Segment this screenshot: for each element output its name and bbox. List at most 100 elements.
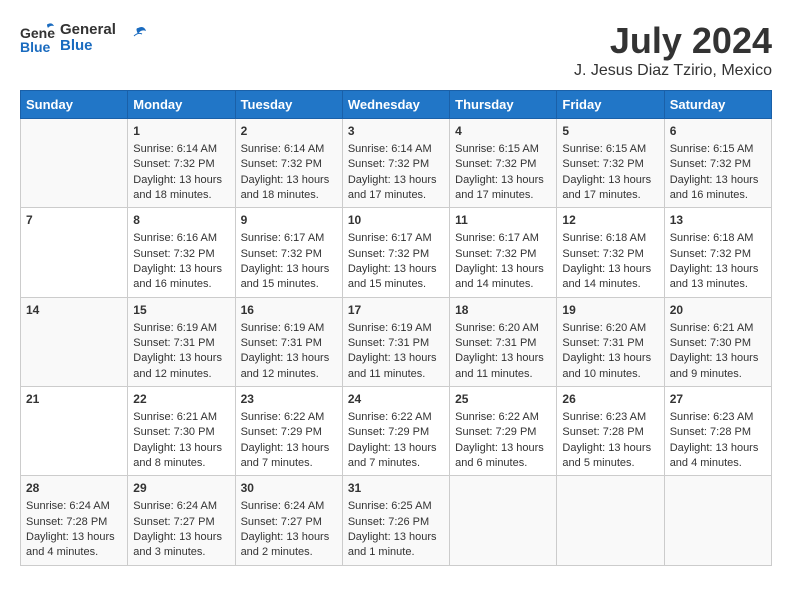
calendar-cell: 4 Sunrise: 6:15 AM Sunset: 7:32 PM Daylig… bbox=[450, 119, 557, 208]
calendar-cell: 10Sunrise: 6:17 AM Sunset: 7:32 PM Dayli… bbox=[342, 208, 449, 297]
day-info: Sunrise: 6:18 AM Sunset: 7:32 PM Dayligh… bbox=[670, 231, 766, 293]
day-number: 29 bbox=[133, 480, 229, 497]
calendar-cell: 23Sunrise: 6:22 AM Sunset: 7:29 PM Dayli… bbox=[235, 387, 342, 476]
day-info: Sunrise: 6:18 AM Sunset: 7:32 PM Dayligh… bbox=[562, 231, 658, 293]
day-number: 19 bbox=[562, 302, 658, 319]
day-info: Sunrise: 6:17 AM Sunset: 7:32 PM Dayligh… bbox=[241, 231, 337, 293]
day-number: 24 bbox=[348, 391, 444, 408]
day-number: 12 bbox=[562, 212, 658, 229]
calendar-cell: 13 Sunrise: 6:18 AM Sunset: 7:32 PM Dayli… bbox=[664, 208, 771, 297]
day-info: Sunrise: 6:22 AM Sunset: 7:29 PM Dayligh… bbox=[241, 410, 337, 472]
calendar-cell: 3Sunrise: 6:14 AM Sunset: 7:32 PM Daylig… bbox=[342, 119, 449, 208]
day-info: Sunrise: 6:17 AM Sunset: 7:32 PM Dayligh… bbox=[455, 231, 551, 293]
weekday-header-wednesday: Wednesday bbox=[342, 91, 449, 119]
location: J. Jesus Diaz Tzirio, Mexico bbox=[574, 62, 772, 80]
title-block: July 2024 J. Jesus Diaz Tzirio, Mexico bbox=[574, 20, 772, 80]
weekday-header-row: SundayMondayTuesdayWednesdayThursdayFrid… bbox=[21, 91, 772, 119]
calendar-cell: 28 Sunrise: 6:24 AM Sunset: 7:28 PM Dayli… bbox=[21, 476, 128, 565]
calendar-cell: 1 Sunrise: 6:14 AM Sunset: 7:32 PM Daylig… bbox=[128, 119, 235, 208]
week-row-4: 21 22Sunrise: 6:21 AM Sunset: 7:30 PM Day… bbox=[21, 387, 772, 476]
day-info: Sunrise: 6:15 AM Sunset: 7:32 PM Dayligh… bbox=[562, 142, 658, 204]
day-number: 20 bbox=[670, 302, 766, 319]
calendar-cell: 11Sunrise: 6:17 AM Sunset: 7:32 PM Dayli… bbox=[450, 208, 557, 297]
day-info: Sunrise: 6:21 AM Sunset: 7:30 PM Dayligh… bbox=[670, 321, 766, 383]
day-number: 21 bbox=[26, 391, 122, 408]
day-number: 30 bbox=[241, 480, 337, 497]
day-info: Sunrise: 6:19 AM Sunset: 7:31 PM Dayligh… bbox=[348, 321, 444, 383]
day-number: 26 bbox=[562, 391, 658, 408]
day-number: 17 bbox=[348, 302, 444, 319]
weekday-header-friday: Friday bbox=[557, 91, 664, 119]
calendar-cell: 7 bbox=[21, 208, 128, 297]
calendar-cell: 25Sunrise: 6:22 AM Sunset: 7:29 PM Dayli… bbox=[450, 387, 557, 476]
week-row-3: 14 15Sunrise: 6:19 AM Sunset: 7:31 PM Day… bbox=[21, 297, 772, 386]
calendar-cell: 18 Sunrise: 6:20 AM Sunset: 7:31 PM Dayli… bbox=[450, 297, 557, 386]
bird-icon bbox=[120, 24, 148, 52]
day-number: 5 bbox=[562, 123, 658, 140]
calendar-cell bbox=[557, 476, 664, 565]
page-header: General Blue General Blue July 2024 J. J… bbox=[20, 20, 772, 80]
calendar-cell: 15Sunrise: 6:19 AM Sunset: 7:31 PM Dayli… bbox=[128, 297, 235, 386]
day-number: 14 bbox=[26, 302, 122, 319]
calendar-cell: 19 Sunrise: 6:20 AM Sunset: 7:31 PM Dayli… bbox=[557, 297, 664, 386]
day-info: Sunrise: 6:19 AM Sunset: 7:31 PM Dayligh… bbox=[133, 321, 229, 383]
day-info: Sunrise: 6:22 AM Sunset: 7:29 PM Dayligh… bbox=[455, 410, 551, 472]
week-row-1: 1 Sunrise: 6:14 AM Sunset: 7:32 PM Daylig… bbox=[21, 119, 772, 208]
weekday-header-sunday: Sunday bbox=[21, 91, 128, 119]
day-info: Sunrise: 6:24 AM Sunset: 7:27 PM Dayligh… bbox=[133, 499, 229, 561]
calendar-cell: 21 bbox=[21, 387, 128, 476]
svg-text:Blue: Blue bbox=[20, 39, 51, 55]
day-number: 7 bbox=[26, 212, 122, 229]
calendar-cell: 8 Sunrise: 6:16 AM Sunset: 7:32 PM Daylig… bbox=[128, 208, 235, 297]
weekday-header-tuesday: Tuesday bbox=[235, 91, 342, 119]
weekday-header-saturday: Saturday bbox=[664, 91, 771, 119]
logo-line1: General bbox=[60, 22, 116, 39]
logo: General Blue General Blue bbox=[20, 20, 148, 56]
calendar-cell: 27Sunrise: 6:23 AM Sunset: 7:28 PM Dayli… bbox=[664, 387, 771, 476]
week-row-2: 78 Sunrise: 6:16 AM Sunset: 7:32 PM Dayli… bbox=[21, 208, 772, 297]
logo-line2: Blue bbox=[60, 38, 116, 55]
calendar-cell: 22Sunrise: 6:21 AM Sunset: 7:30 PM Dayli… bbox=[128, 387, 235, 476]
weekday-header-thursday: Thursday bbox=[450, 91, 557, 119]
week-row-5: 28 Sunrise: 6:24 AM Sunset: 7:28 PM Dayli… bbox=[21, 476, 772, 565]
day-number: 13 bbox=[670, 212, 766, 229]
day-number: 18 bbox=[455, 302, 551, 319]
calendar-cell: 6Sunrise: 6:15 AM Sunset: 7:32 PM Daylig… bbox=[664, 119, 771, 208]
day-info: Sunrise: 6:22 AM Sunset: 7:29 PM Dayligh… bbox=[348, 410, 444, 472]
weekday-header-monday: Monday bbox=[128, 91, 235, 119]
calendar-cell: 12 Sunrise: 6:18 AM Sunset: 7:32 PM Dayli… bbox=[557, 208, 664, 297]
day-info: Sunrise: 6:15 AM Sunset: 7:32 PM Dayligh… bbox=[455, 142, 551, 204]
day-info: Sunrise: 6:16 AM Sunset: 7:32 PM Dayligh… bbox=[133, 231, 229, 293]
day-info: Sunrise: 6:20 AM Sunset: 7:31 PM Dayligh… bbox=[455, 321, 551, 383]
calendar-cell bbox=[664, 476, 771, 565]
day-number: 2 bbox=[241, 123, 337, 140]
calendar-cell: 2 Sunrise: 6:14 AM Sunset: 7:32 PM Daylig… bbox=[235, 119, 342, 208]
logo-icon: General Blue bbox=[20, 20, 56, 56]
calendar-cell: 29 Sunrise: 6:24 AM Sunset: 7:27 PM Dayli… bbox=[128, 476, 235, 565]
day-info: Sunrise: 6:21 AM Sunset: 7:30 PM Dayligh… bbox=[133, 410, 229, 472]
day-number: 16 bbox=[241, 302, 337, 319]
calendar-cell: 30 Sunrise: 6:24 AM Sunset: 7:27 PM Dayli… bbox=[235, 476, 342, 565]
day-number: 1 bbox=[133, 123, 229, 140]
day-info: Sunrise: 6:20 AM Sunset: 7:31 PM Dayligh… bbox=[562, 321, 658, 383]
day-info: Sunrise: 6:14 AM Sunset: 7:32 PM Dayligh… bbox=[133, 142, 229, 204]
day-number: 28 bbox=[26, 480, 122, 497]
calendar-cell: 31Sunrise: 6:25 AM Sunset: 7:26 PM Dayli… bbox=[342, 476, 449, 565]
calendar-cell: 26Sunrise: 6:23 AM Sunset: 7:28 PM Dayli… bbox=[557, 387, 664, 476]
calendar-cell bbox=[21, 119, 128, 208]
day-number: 9 bbox=[241, 212, 337, 229]
day-info: Sunrise: 6:14 AM Sunset: 7:32 PM Dayligh… bbox=[348, 142, 444, 204]
day-info: Sunrise: 6:14 AM Sunset: 7:32 PM Dayligh… bbox=[241, 142, 337, 204]
day-number: 10 bbox=[348, 212, 444, 229]
day-info: Sunrise: 6:19 AM Sunset: 7:31 PM Dayligh… bbox=[241, 321, 337, 383]
calendar-cell: 20 Sunrise: 6:21 AM Sunset: 7:30 PM Dayli… bbox=[664, 297, 771, 386]
calendar-cell: 9 Sunrise: 6:17 AM Sunset: 7:32 PM Daylig… bbox=[235, 208, 342, 297]
calendar-cell: 17 Sunrise: 6:19 AM Sunset: 7:31 PM Dayli… bbox=[342, 297, 449, 386]
calendar-cell bbox=[450, 476, 557, 565]
day-number: 4 bbox=[455, 123, 551, 140]
day-number: 8 bbox=[133, 212, 229, 229]
calendar-cell: 5 Sunrise: 6:15 AM Sunset: 7:32 PM Daylig… bbox=[557, 119, 664, 208]
day-info: Sunrise: 6:24 AM Sunset: 7:28 PM Dayligh… bbox=[26, 499, 122, 561]
calendar-cell: 16 Sunrise: 6:19 AM Sunset: 7:31 PM Dayli… bbox=[235, 297, 342, 386]
day-info: Sunrise: 6:24 AM Sunset: 7:27 PM Dayligh… bbox=[241, 499, 337, 561]
